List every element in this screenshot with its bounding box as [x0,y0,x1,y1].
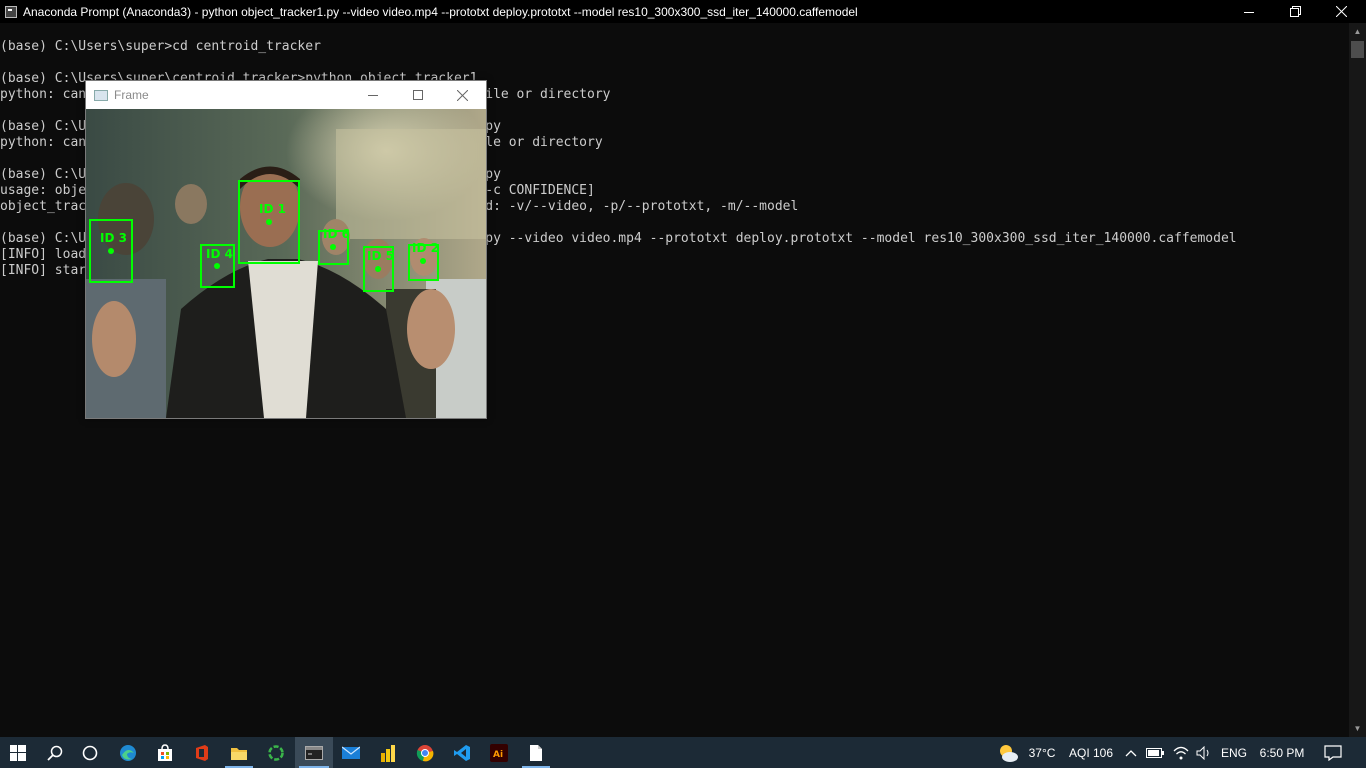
taskbar-app-sync[interactable] [258,737,294,768]
console-app-icon [5,5,17,18]
scroll-up-arrow-icon[interactable]: ▲ [1349,23,1366,40]
frame-title-bar[interactable]: Frame [86,81,486,109]
weather-partly-cloudy-icon [1000,744,1018,762]
weather-temperature[interactable]: 37°C [1024,737,1060,768]
restore-icon [1289,6,1301,17]
centroid-dot [330,244,336,250]
taskbar-app-store[interactable] [147,737,183,768]
notifications-button[interactable] [1318,737,1348,768]
battery-icon [1146,747,1164,758]
chrome-icon [416,744,434,761]
windows-logo-icon [10,744,26,761]
close-icon [457,89,468,101]
edge-icon [120,744,136,761]
taskbar-clock[interactable]: 6:50 PM [1254,737,1310,768]
detection-label-id-3: ID 3 [100,231,127,245]
frame-close-button[interactable] [440,81,485,109]
console-line: (base) C:\Users\super>cd centroid_tracke… [0,39,321,54]
taskbar-app-office[interactable] [184,737,220,768]
search-icon [47,745,63,761]
taskbar-app-chrome[interactable] [407,737,443,768]
frame-window-title: Frame [114,88,149,102]
document-icon [530,744,542,761]
start-button[interactable] [0,737,36,768]
air-quality-index[interactable]: AQI 106 [1063,737,1119,768]
minimize-icon [367,95,378,96]
taskbar-app-anaconda-prompt[interactable] [295,737,333,768]
centroid-dot [214,263,220,269]
detection-label-id-5: ID 5 [367,249,394,263]
scroll-thumb[interactable] [1351,41,1364,58]
frame-minimize-button[interactable] [350,81,395,109]
detection-label-id-4: ID 4 [206,247,233,261]
detection-label-id-1: ID 1 [259,202,286,216]
task-view-icon [82,745,98,760]
detection-label-id-6: ID 6 [323,227,350,241]
show-hidden-icons-button[interactable] [1122,737,1140,768]
video-frame: ID 1 ID 2 ID 3 ID 4 ID 5 ID 6 [86,109,486,418]
office-icon [196,744,208,761]
close-button[interactable] [1318,0,1364,23]
taskbar-app-mail[interactable] [333,737,369,768]
detection-label-id-2: ID 2 [412,241,439,255]
speaker-icon [1196,745,1209,760]
store-icon [158,743,172,761]
taskbar-app-file-explorer[interactable] [221,737,257,768]
taskbar-app-notepad[interactable] [518,737,554,768]
chart-icon [381,744,395,762]
close-icon [1335,6,1347,17]
chevron-up-icon [1125,749,1137,756]
task-view-button[interactable] [72,737,108,768]
frame-app-icon [94,89,108,101]
centroid-dot [266,219,272,225]
scroll-down-arrow-icon[interactable]: ▼ [1349,720,1366,737]
console-window-title: Anaconda Prompt (Anaconda3) - python obj… [23,4,858,19]
network-status[interactable] [1170,737,1192,768]
taskbar: Ai 37°C AQI 106 ENG 6:50 PM [0,737,1366,768]
taskbar-app-illustrator[interactable]: Ai [481,737,517,768]
taskbar-app-vscode[interactable] [444,737,480,768]
centroid-dot [108,248,114,254]
input-language[interactable]: ENG [1218,737,1250,768]
svg-text:Ai: Ai [493,750,503,760]
mail-icon [342,746,360,759]
frame-window[interactable]: Frame ID 1 ID 2 ID 3 ID 4 ID 5 ID 6 [85,80,487,419]
weather-widget[interactable] [996,737,1020,768]
search-button[interactable] [37,737,73,768]
centroid-dot [375,266,381,272]
vscode-icon [454,744,470,761]
taskbar-app-power-bi[interactable] [370,737,406,768]
volume-control[interactable] [1193,737,1215,768]
terminal-icon [305,745,323,760]
restore-button[interactable] [1272,0,1318,23]
maximize-icon [412,90,423,100]
folder-icon [231,747,247,760]
sync-icon [268,744,284,761]
centroid-dot [420,258,426,264]
wifi-icon [1173,746,1189,759]
battery-status[interactable] [1144,737,1166,768]
frame-maximize-button[interactable] [395,81,440,109]
notification-icon [1324,744,1342,761]
minimize-button[interactable] [1226,0,1272,23]
minimize-icon [1244,11,1254,13]
console-title-bar[interactable]: Anaconda Prompt (Anaconda3) - python obj… [0,0,1366,23]
console-scrollbar[interactable]: ▲ ▼ [1349,23,1366,737]
taskbar-app-edge[interactable] [110,737,146,768]
illustrator-icon: Ai [490,743,508,762]
